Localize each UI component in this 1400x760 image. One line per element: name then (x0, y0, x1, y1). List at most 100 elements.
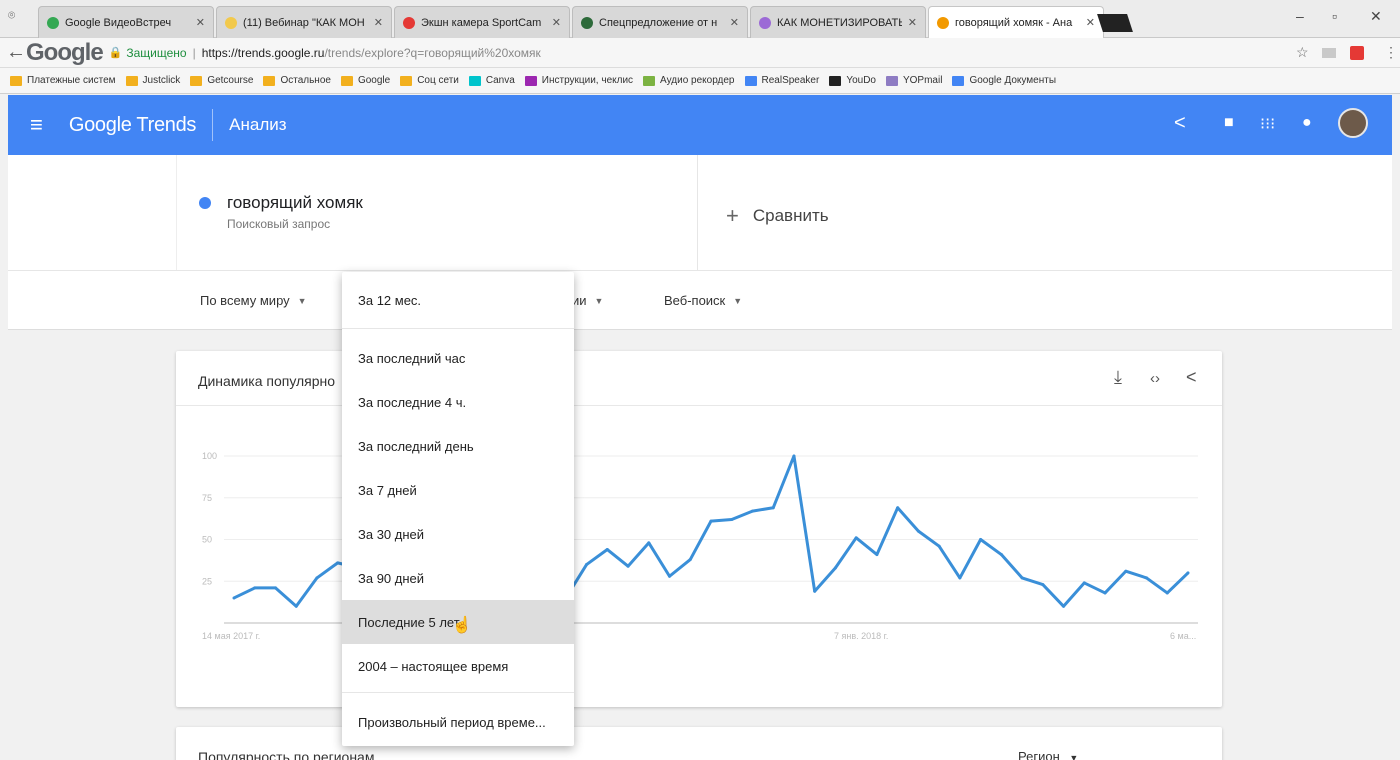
time-period-option[interactable]: За 7 дней (342, 468, 574, 512)
minimize-icon[interactable]: – (1296, 8, 1304, 24)
extension-icon[interactable] (1322, 48, 1336, 58)
data-point[interactable] (916, 529, 920, 533)
data-point[interactable] (813, 589, 817, 593)
data-point[interactable] (585, 563, 589, 567)
data-point[interactable] (709, 519, 713, 523)
avatar[interactable] (1338, 108, 1368, 138)
tab-close-icon[interactable]: ✕ (374, 16, 383, 29)
data-point[interactable] (253, 586, 257, 590)
data-point[interactable] (896, 506, 900, 510)
data-point[interactable] (1165, 591, 1169, 595)
tab-close-icon[interactable]: ✕ (730, 16, 739, 29)
data-point[interactable] (232, 596, 236, 600)
data-point[interactable] (1186, 571, 1190, 575)
bookmark-item[interactable]: Инструкции, чеклис (524, 75, 633, 86)
data-point[interactable] (1082, 581, 1086, 585)
browser-tab[interactable]: Google ВидеоВстреч ✕ (38, 6, 214, 38)
data-point[interactable] (1020, 576, 1024, 580)
data-point[interactable] (875, 553, 879, 557)
region-select[interactable]: Регион ▼ (1018, 749, 1078, 760)
maximize-icon[interactable]: ▫ (1332, 8, 1337, 24)
category-filter[interactable]: ии ▼ (572, 293, 603, 308)
bookmark-item[interactable]: Остальное (263, 75, 331, 86)
bookmark-star-icon[interactable]: ☆ (1296, 44, 1309, 61)
share-icon[interactable]: < (1174, 112, 1186, 135)
browser-tab[interactable]: (11) Вебинар "КАК МОН ✕ (216, 6, 392, 38)
data-point[interactable] (315, 576, 319, 580)
bookmark-item[interactable]: Getcourse (190, 75, 253, 86)
data-point[interactable] (1124, 569, 1128, 573)
bookmark-item[interactable]: YOPmail (885, 75, 942, 86)
time-period-option[interactable]: За 30 дней (342, 512, 574, 556)
feedback-icon[interactable]: ■ (1224, 114, 1234, 132)
data-point[interactable] (730, 517, 734, 521)
notifications-icon[interactable]: ● (1302, 114, 1312, 132)
time-period-option[interactable]: За 90 дней (342, 556, 574, 600)
data-point[interactable] (336, 561, 340, 565)
search-type-filter[interactable]: Веб-поиск ▼ (664, 293, 742, 308)
time-period-option[interactable]: 2004 – настоящее время (342, 644, 574, 688)
time-period-selected[interactable]: За 12 мес. (342, 278, 574, 322)
apps-grid-icon[interactable]: ⁝⁝⁝ (1260, 114, 1275, 134)
address-bar[interactable]: ← Google 🔒 Защищено | https://trends.goo… (0, 38, 1400, 68)
bookmark-item[interactable]: Google (340, 75, 390, 86)
data-point[interactable] (1103, 591, 1107, 595)
browser-tab[interactable]: говорящий хомяк - Ана ✕ (928, 6, 1104, 38)
interest-line-chart[interactable]: 10075502514 мая 2017 г.7 г.7 янв. 2018 г… (176, 411, 1222, 651)
new-tab-button[interactable] (1097, 14, 1133, 32)
share-icon[interactable]: < (1186, 367, 1197, 388)
data-point[interactable] (688, 558, 692, 562)
data-point[interactable] (958, 576, 962, 580)
url-path[interactable]: /trends/explore?q=говорящий%20хомяк (324, 46, 540, 60)
data-point[interactable] (605, 548, 609, 552)
data-point[interactable] (294, 604, 298, 608)
google-trends-logo[interactable]: Google Trends (69, 114, 197, 137)
bookmark-item[interactable]: Google Документы (952, 75, 1056, 86)
extension-icon[interactable] (1350, 46, 1364, 60)
data-point[interactable] (647, 541, 651, 545)
data-point[interactable] (833, 566, 837, 570)
browser-tab[interactable]: КАК МОНЕТИЗИРОВАТЬ ✕ (750, 6, 926, 38)
data-point[interactable] (1145, 576, 1149, 580)
tab-close-icon[interactable]: ✕ (908, 16, 917, 29)
bookmark-item[interactable]: Аудио рекордер (643, 75, 735, 86)
browser-tab[interactable]: Экшн камера SportCam ✕ (394, 6, 570, 38)
tab-close-icon[interactable]: ✕ (196, 16, 205, 29)
back-icon[interactable]: ← (6, 41, 26, 64)
tab-close-icon[interactable]: ✕ (1086, 16, 1095, 29)
data-point[interactable] (626, 564, 630, 568)
data-point[interactable] (1041, 583, 1045, 587)
data-point[interactable] (999, 553, 1003, 557)
bookmark-item[interactable]: RealSpeaker (744, 75, 819, 86)
hamburger-menu-icon[interactable]: ≡ (30, 112, 43, 138)
data-point[interactable] (750, 509, 754, 513)
compare-button[interactable]: + Сравнить (726, 203, 829, 229)
data-point[interactable] (668, 574, 672, 578)
bookmark-item[interactable]: Justclick (125, 75, 180, 86)
data-point[interactable] (854, 536, 858, 540)
region-filter[interactable]: По всему миру ▼ (200, 293, 307, 308)
search-term-box[interactable]: говорящий хомяк Поисковый запрос (176, 155, 698, 270)
data-point[interactable] (979, 538, 983, 541)
tab-close-icon[interactable]: ✕ (552, 16, 561, 29)
bookmark-item[interactable]: Платежные систем (10, 75, 116, 86)
bookmark-item[interactable]: Canva (468, 75, 515, 86)
time-period-option[interactable]: За последние 4 ч. (342, 380, 574, 424)
close-window-icon[interactable]: ✕ (1370, 8, 1382, 25)
data-point[interactable] (1062, 604, 1066, 608)
url-host[interactable]: https://trends.google.ru (202, 46, 325, 60)
bookmark-item[interactable]: Соц сети (400, 75, 459, 86)
browser-menu-icon[interactable]: ⋮ (1384, 44, 1398, 61)
data-point[interactable] (792, 454, 796, 458)
download-icon[interactable]: ⤓ (1114, 367, 1122, 388)
data-point[interactable] (273, 586, 277, 590)
embed-icon[interactable]: ‹› (1150, 370, 1160, 387)
time-period-custom[interactable]: Произвольный период време... (342, 700, 574, 744)
page-scrollbar[interactable] (1392, 95, 1400, 760)
time-period-option[interactable]: За последний час (342, 336, 574, 380)
time-period-option[interactable]: За последний день (342, 424, 574, 468)
search-term[interactable]: говорящий хомяк (227, 193, 363, 213)
bookmark-item[interactable]: YouDo (829, 75, 876, 86)
data-point[interactable] (937, 544, 941, 548)
data-point[interactable] (771, 506, 775, 510)
